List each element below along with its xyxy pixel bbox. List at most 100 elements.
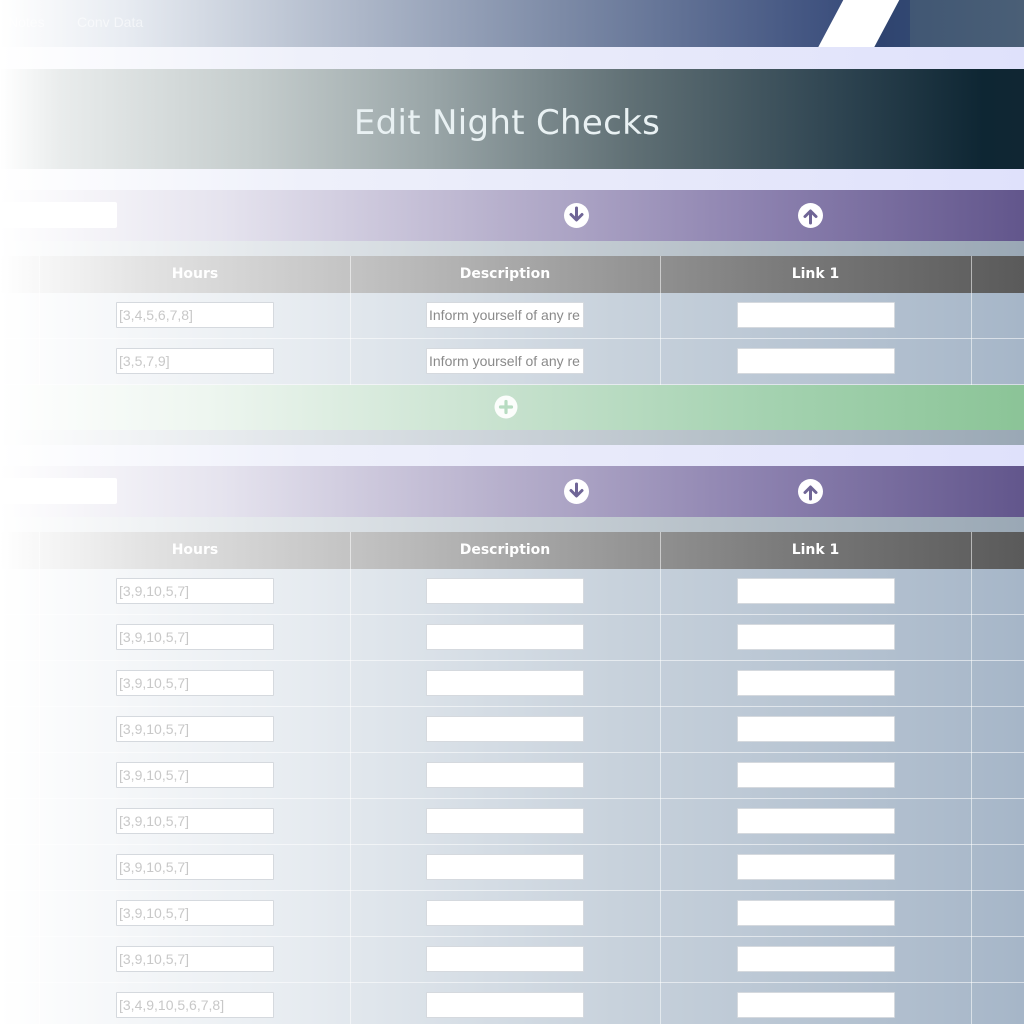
arrow-down-circle-icon	[569, 482, 584, 498]
column-divider	[971, 661, 972, 707]
hours-input[interactable]: [3,9,10,5,7]	[116, 900, 274, 926]
column-divider	[971, 293, 972, 339]
link-1-input[interactable]	[737, 716, 895, 742]
spacer-strip	[0, 430, 1024, 445]
column-divider	[971, 983, 972, 1024]
description-input[interactable]	[426, 946, 584, 972]
link-1-input[interactable]	[737, 854, 895, 880]
section-1-name-input[interactable]	[0, 202, 117, 228]
hours-input[interactable]: [3,9,10,5,7]	[116, 946, 274, 972]
link-1-input[interactable]	[737, 946, 895, 972]
column-divider	[39, 339, 40, 385]
column-divider	[39, 707, 40, 753]
nav-decoration-dark	[910, 0, 1024, 47]
arrow-down-circle-icon	[569, 206, 584, 222]
column-divider	[39, 293, 40, 339]
nav-link-notes[interactable]: Notes	[8, 14, 45, 30]
description-input[interactable]: Inform yourself of any re	[426, 348, 584, 374]
column-divider	[350, 661, 351, 707]
column-header-link-1: Link 1	[791, 542, 840, 558]
hours-input[interactable]: [3,9,10,5,7]	[116, 762, 274, 788]
column-divider	[660, 753, 661, 799]
nav-link-conv-data[interactable]: Conv Data	[77, 14, 143, 30]
description-input[interactable]	[426, 900, 584, 926]
column-divider	[971, 339, 972, 385]
description-input[interactable]	[426, 762, 584, 788]
description-input[interactable]	[426, 624, 584, 650]
hours-input[interactable]: [3,9,10,5,7]	[116, 716, 274, 742]
table-row: [3,9,10,5,7]	[0, 891, 1024, 937]
section-2-move-down-button[interactable]	[564, 479, 589, 504]
link-1-input[interactable]	[737, 624, 895, 650]
column-divider	[971, 532, 972, 569]
column-divider	[660, 532, 661, 569]
hours-input[interactable]: [3,9,10,5,7]	[116, 854, 274, 880]
spacer-strip	[0, 517, 1024, 532]
column-divider	[350, 532, 351, 569]
hours-input[interactable]: [3,4,9,10,5,6,7,8]	[116, 992, 274, 1018]
section-2-move-up-button[interactable]	[798, 479, 823, 504]
column-divider	[971, 615, 972, 661]
section-1-add-row-bar	[0, 385, 1024, 430]
description-input[interactable]	[426, 578, 584, 604]
column-divider	[39, 845, 40, 891]
column-divider	[971, 799, 972, 845]
column-divider	[39, 753, 40, 799]
table-row: [3,9,10,5,7]	[0, 845, 1024, 891]
table-row: [3,9,10,5,7]	[0, 799, 1024, 845]
section-1-move-up-button[interactable]	[798, 203, 823, 228]
description-input[interactable]	[426, 854, 584, 880]
column-divider	[350, 845, 351, 891]
column-divider	[350, 753, 351, 799]
column-divider	[971, 845, 972, 891]
column-divider	[39, 615, 40, 661]
column-divider	[660, 799, 661, 845]
page-title: Edit Night Checks	[353, 103, 661, 143]
table-row: [3,9,10,5,7]	[0, 707, 1024, 753]
column-divider	[660, 937, 661, 983]
column-divider	[350, 615, 351, 661]
column-divider	[660, 891, 661, 937]
link-1-input[interactable]	[737, 302, 895, 328]
link-1-input[interactable]	[737, 900, 895, 926]
link-1-input[interactable]	[737, 348, 895, 374]
link-1-input[interactable]	[737, 762, 895, 788]
column-header-description: Description	[459, 542, 551, 558]
hours-input[interactable]: [3,9,10,5,7]	[116, 578, 274, 604]
arrow-up-circle-icon	[803, 485, 818, 501]
column-divider	[971, 256, 972, 293]
description-input[interactable]: Inform yourself of any re	[426, 302, 584, 328]
section-1-table-header: Hours Description Link 1	[0, 256, 1024, 293]
spacer-band	[0, 47, 1024, 69]
link-1-input[interactable]	[737, 992, 895, 1018]
hours-input[interactable]: [3,9,10,5,7]	[116, 670, 274, 696]
link-1-input[interactable]	[737, 670, 895, 696]
hours-input[interactable]: [3,9,10,5,7]	[116, 624, 274, 650]
table-row: [3,4,5,6,7,8] Inform yourself of any re	[0, 293, 1024, 339]
description-input[interactable]	[426, 808, 584, 834]
description-input[interactable]	[426, 670, 584, 696]
column-header-description: Description	[459, 266, 551, 282]
section-1-control-bar	[0, 190, 1024, 241]
link-1-input[interactable]	[737, 578, 895, 604]
add-row-button[interactable]	[494, 395, 518, 419]
column-divider	[971, 569, 972, 615]
table-row: [3,9,10,5,7]	[0, 615, 1024, 661]
hours-input[interactable]: [3,4,5,6,7,8]	[116, 302, 274, 328]
hours-input[interactable]: [3,9,10,5,7]	[116, 808, 274, 834]
link-1-input[interactable]	[737, 808, 895, 834]
column-divider	[660, 983, 661, 1024]
column-divider	[350, 569, 351, 615]
column-divider	[660, 256, 661, 293]
section-2-name-input[interactable]	[0, 478, 117, 504]
column-divider	[39, 569, 40, 615]
column-header-link-1: Link 1	[791, 266, 840, 282]
description-input[interactable]	[426, 716, 584, 742]
section-1-move-down-button[interactable]	[564, 203, 589, 228]
column-divider	[39, 256, 40, 293]
table-row: [3,4,9,10,5,6,7,8]	[0, 983, 1024, 1024]
column-divider	[39, 937, 40, 983]
hours-input[interactable]: [3,5,7,9]	[116, 348, 274, 374]
column-divider	[350, 891, 351, 937]
description-input[interactable]	[426, 992, 584, 1018]
